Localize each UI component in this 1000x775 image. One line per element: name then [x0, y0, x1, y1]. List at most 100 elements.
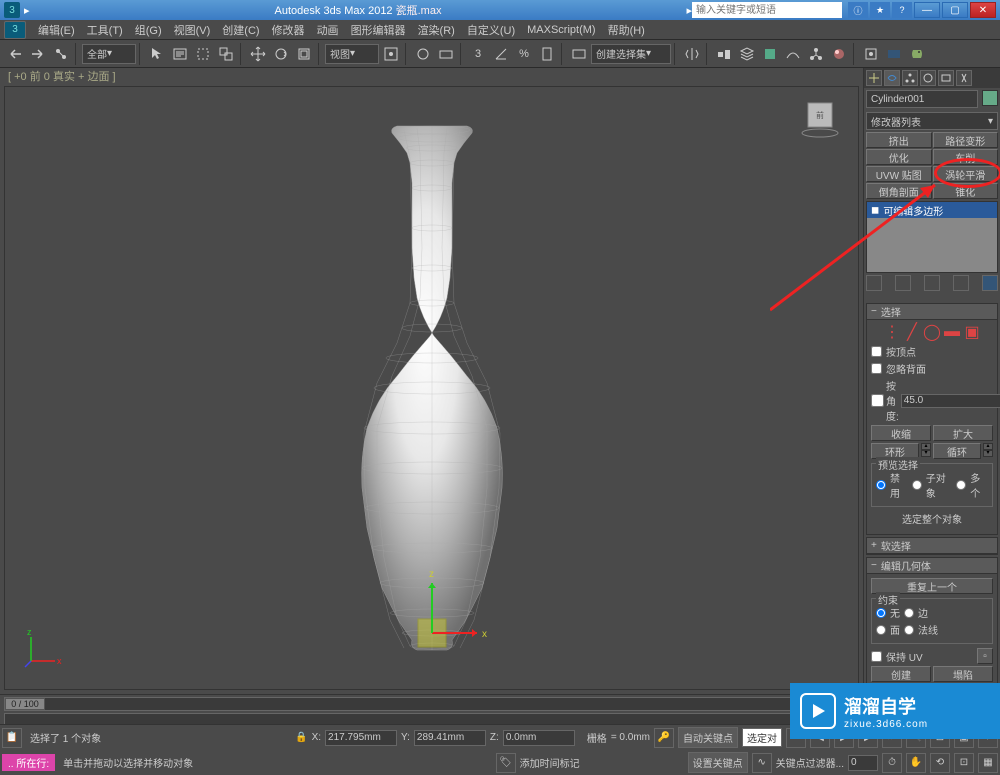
menu-graph-editors[interactable]: 图形编辑器 [345, 22, 412, 38]
edit-named-selection-button[interactable] [568, 43, 590, 65]
menu-modifiers[interactable]: 修改器 [266, 22, 311, 38]
set-key-button[interactable]: 设置关键点 [688, 752, 748, 773]
grow-button[interactable]: 扩大 [933, 425, 993, 441]
chamfer-button[interactable]: 倒角剖面 [866, 183, 932, 199]
show-end-result-button[interactable] [895, 275, 911, 291]
graphite-button[interactable] [759, 43, 781, 65]
multi-radio[interactable] [956, 480, 966, 490]
info-icon[interactable]: ⓘ [848, 2, 868, 18]
select-button[interactable] [146, 43, 168, 65]
mirror-button[interactable] [681, 43, 703, 65]
make-unique-button[interactable] [924, 275, 940, 291]
menu-view[interactable]: 视图(V) [168, 22, 217, 38]
viewcube[interactable]: 前 [798, 95, 842, 139]
layer-manager-button[interactable] [736, 43, 758, 65]
preserve-uv-checkbox[interactable] [871, 651, 882, 662]
undo-button[interactable] [4, 43, 26, 65]
reference-coord-dropdown[interactable]: 视图 ▾ [325, 44, 379, 64]
time-slider-handle[interactable]: 0 / 100 [5, 698, 45, 710]
modifier-stack[interactable]: ◼可编辑多边形 [866, 201, 998, 273]
polygon-subobject-icon[interactable]: ▬ [944, 324, 960, 340]
by-angle-checkbox[interactable] [871, 394, 884, 407]
align-button[interactable] [713, 43, 735, 65]
link-button[interactable] [50, 43, 72, 65]
snap-toggle-button[interactable]: 3 [467, 43, 489, 65]
collapse-button[interactable]: 塌陷 [933, 666, 993, 682]
maxscript-button[interactable]: 📋 [2, 728, 22, 748]
taper-button[interactable]: 锥化 [933, 183, 999, 199]
shrink-button[interactable]: 收缩 [871, 425, 931, 441]
isolate-button[interactable]: 🔑 [654, 728, 674, 748]
select-rotate-button[interactable] [270, 43, 292, 65]
modifier-list-dropdown[interactable]: 修改器列表▾ [866, 112, 998, 130]
menu-maxscript[interactable]: MAXScript(M) [521, 24, 601, 36]
render-button[interactable] [906, 43, 928, 65]
time-config-button[interactable]: ⏱ [882, 753, 902, 773]
vase-object[interactable]: x z [282, 108, 582, 668]
star-icon[interactable]: ★ [870, 2, 890, 18]
menu-tools[interactable]: 工具(T) [81, 22, 129, 38]
z-coord-input[interactable] [503, 730, 575, 746]
time-tag-button[interactable]: 🏷 [496, 753, 516, 773]
menu-edit[interactable]: 编辑(E) [32, 22, 81, 38]
create-tab[interactable] [866, 70, 882, 86]
render-setup-button[interactable] [860, 43, 882, 65]
create-button[interactable]: 创建 [871, 666, 931, 682]
maximize-button[interactable]: ▢ [942, 2, 968, 18]
minimize-button[interactable]: — [914, 2, 940, 18]
by-vertex-checkbox[interactable] [871, 346, 882, 357]
object-name-field[interactable]: Cylinder001 [866, 90, 978, 108]
configure-sets-button[interactable] [982, 275, 998, 291]
object-color-swatch[interactable] [982, 90, 998, 106]
key-filters-link[interactable]: 关键点过滤器... [776, 755, 844, 770]
ignore-backfacing-checkbox[interactable] [871, 363, 882, 374]
menu-rendering[interactable]: 渲染(R) [412, 22, 461, 38]
motion-tab[interactable] [920, 70, 936, 86]
menu-create[interactable]: 创建(C) [216, 22, 265, 38]
angle-snap-button[interactable] [490, 43, 512, 65]
vertex-subobject-icon[interactable]: ⋮ [884, 324, 900, 340]
constraint-edge-radio[interactable] [904, 608, 914, 618]
close-button[interactable]: ✕ [970, 2, 996, 18]
viewport[interactable]: x z 前 x z [4, 86, 859, 690]
element-subobject-icon[interactable]: ▣ [964, 324, 980, 340]
uvw-map-button[interactable]: UVW 贴图 [866, 166, 932, 182]
help-search-input[interactable] [692, 2, 842, 18]
redo-button[interactable] [27, 43, 49, 65]
selection-filter-dropdown[interactable]: 全部 ▾ [82, 44, 136, 64]
ring-down[interactable]: ▾ [921, 450, 931, 457]
help-icon[interactable]: ? [892, 2, 912, 18]
remove-modifier-button[interactable] [953, 275, 969, 291]
optimize-button[interactable]: 优化 [866, 149, 932, 165]
key-filter-dropdown[interactable]: 选定对 [742, 728, 782, 747]
auto-key-button[interactable]: 自动关键点 [678, 727, 738, 748]
selection-rollout-header[interactable]: −选择 [867, 304, 997, 320]
lock-icon[interactable]: 🔒 [295, 732, 307, 743]
add-time-tag-label[interactable]: 添加时间标记 [520, 755, 580, 770]
utilities-tab[interactable] [956, 70, 972, 86]
pin-stack-button[interactable] [866, 275, 882, 291]
path-deform-button[interactable]: 路径变形 [933, 132, 999, 148]
key-mode-button[interactable]: ∿ [752, 753, 772, 773]
named-selection-dropdown[interactable]: 创建选择集 ▾ [591, 44, 671, 64]
extrude-button[interactable]: 挤出 [866, 132, 932, 148]
edge-subobject-icon[interactable]: ╱ [904, 324, 920, 340]
x-coord-input[interactable] [325, 730, 397, 746]
ring-up[interactable]: ▴ [921, 443, 931, 450]
edit-geometry-header[interactable]: −编辑几何体 [867, 558, 997, 574]
curve-editor-button[interactable] [782, 43, 804, 65]
menu-customize[interactable]: 自定义(U) [461, 22, 521, 38]
select-scale-button[interactable] [293, 43, 315, 65]
rendered-frame-button[interactable] [883, 43, 905, 65]
pivot-center-button[interactable] [380, 43, 402, 65]
percent-snap-button[interactable]: % [513, 43, 535, 65]
constraint-none-radio[interactable] [876, 608, 886, 618]
maximize-viewport-button[interactable]: ▦ [978, 753, 998, 773]
time-slider[interactable]: 0 / 100 [4, 697, 803, 711]
y-coord-input[interactable] [414, 730, 486, 746]
spinner-snap-button[interactable] [536, 43, 558, 65]
angle-value-input[interactable] [901, 394, 1000, 408]
window-crossing-button[interactable] [215, 43, 237, 65]
turbosmooth-button[interactable]: 涡轮平滑 [933, 166, 999, 182]
manipulate-button[interactable] [412, 43, 434, 65]
